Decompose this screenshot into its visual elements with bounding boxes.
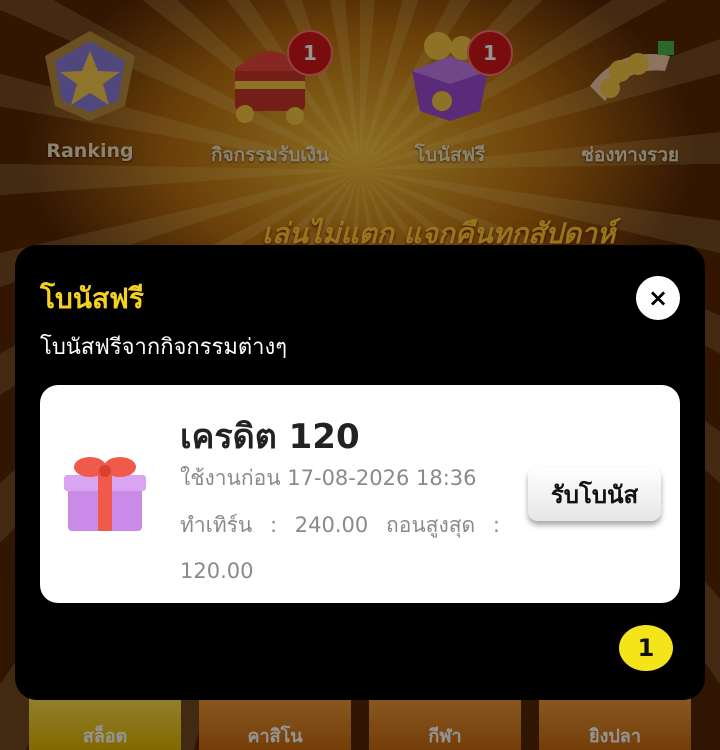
- close-icon: ×: [647, 284, 669, 312]
- gift-icon: [60, 447, 150, 537]
- bonus-title: เครดิต 120: [180, 417, 360, 457]
- bonus-expiry: ใช้งานก่อน 17-08-2026 18:36: [180, 466, 477, 490]
- bonus-max-withdraw: 120.00: [180, 559, 254, 583]
- modal-title: โบนัสฟรี: [40, 282, 144, 315]
- bonus-card: เครดิต 120 ใช้งานก่อน 17-08-2026 18:36 ท…: [40, 385, 680, 603]
- bonus-turnover: ทำเทิร์น : 240.00 ถอนสูงสุด :: [180, 513, 500, 537]
- modal-subtitle: โบนัสฟรีจากกิจกรรมต่างๆ: [40, 335, 288, 360]
- free-bonus-modal: โบนัสฟรี โบนัสฟรีจากกิจกรรมต่างๆ × เครดิ…: [15, 245, 705, 700]
- claim-bonus-button[interactable]: รับโบนัส: [528, 467, 661, 521]
- page-indicator[interactable]: 1: [619, 625, 673, 671]
- close-button[interactable]: ×: [636, 276, 680, 320]
